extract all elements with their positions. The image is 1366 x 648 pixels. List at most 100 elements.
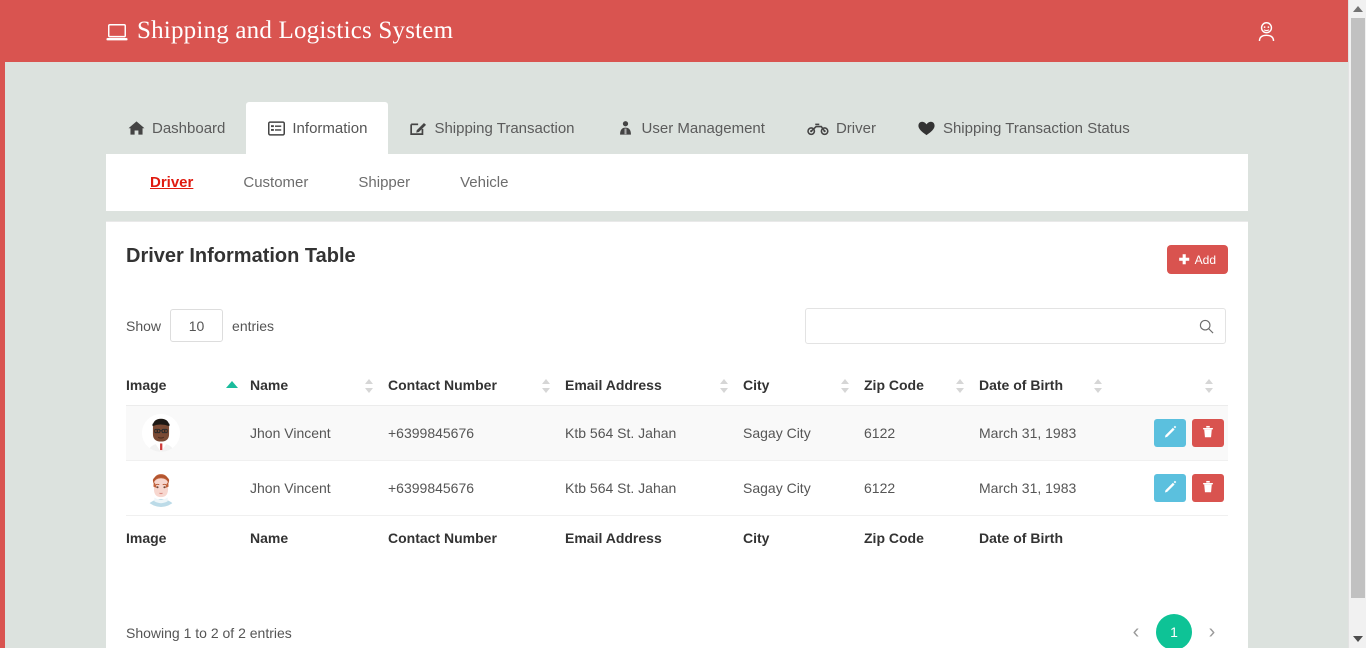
driver-table: Image Name Contact Number Email Address	[126, 367, 1228, 558]
tab-label: Information	[292, 119, 368, 137]
foot-col-actions	[1117, 515, 1228, 558]
tab-user-management[interactable]: User Management	[596, 102, 786, 154]
sort-indicator[interactable]	[1205, 378, 1214, 394]
add-button[interactable]: ✚ Add	[1166, 245, 1228, 274]
cell-zip-code: 6122	[864, 405, 979, 461]
col-header-image[interactable]: Image	[126, 367, 250, 406]
home-icon	[127, 120, 145, 137]
top-header-bar: Shipping and Logistics System	[5, 0, 1348, 62]
foot-col-name: Name	[250, 515, 388, 558]
page-1-button[interactable]: 1	[1156, 614, 1192, 648]
cell-date-of-birth: March 31, 1983	[979, 460, 1117, 516]
col-label: Zip Code	[864, 377, 924, 393]
delete-button[interactable]	[1192, 419, 1224, 447]
sort-indicator[interactable]	[956, 378, 965, 394]
pencil-icon	[1164, 425, 1177, 441]
search-box[interactable]	[805, 308, 1226, 344]
foot-col-city: City	[743, 515, 864, 558]
cell-date-of-birth: March 31, 1983	[979, 405, 1117, 461]
foot-col-image: Image	[126, 515, 250, 558]
header-actions	[1257, 21, 1276, 42]
tab-label: Shipping Transaction	[434, 119, 575, 137]
heart-icon	[918, 120, 936, 137]
cell-actions	[1117, 405, 1228, 461]
vertical-scrollbar[interactable]	[1348, 0, 1366, 648]
sub-tab-bar: Driver Customer Shipper Vehicle	[106, 154, 1248, 211]
motorcycle-icon	[807, 120, 829, 137]
list-alt-icon	[267, 120, 285, 137]
tab-driver[interactable]: Driver	[786, 102, 897, 154]
col-header-zip-code[interactable]: Zip Code	[864, 367, 979, 406]
tab-dashboard[interactable]: Dashboard	[106, 102, 246, 154]
subtab-shipper[interactable]: Shipper	[333, 174, 435, 191]
avatar	[142, 414, 180, 452]
col-label: Date of Birth	[979, 377, 1063, 393]
app-page: Shipping and Logistics System Dashboard …	[0, 0, 1366, 648]
scroll-up-arrow-icon[interactable]	[1353, 6, 1363, 12]
col-header-contact-number[interactable]: Contact Number	[388, 367, 565, 406]
table-footer: Image Name Contact Number Email Address …	[126, 515, 1228, 558]
scroll-down-arrow-icon[interactable]	[1353, 636, 1363, 642]
cell-email-address: Ktb 564 St. Jahan	[565, 405, 743, 461]
table-header: Image Name Contact Number Email Address	[126, 367, 1228, 406]
col-label: Contact Number	[388, 377, 497, 393]
col-header-city[interactable]: City	[743, 367, 864, 406]
cell-actions	[1117, 460, 1228, 516]
show-label: Show	[126, 317, 162, 334]
sort-indicator[interactable]	[720, 378, 729, 394]
col-header-name[interactable]: Name	[250, 367, 388, 406]
subtab-driver[interactable]: Driver	[125, 174, 218, 191]
user-circle-icon[interactable]	[1257, 21, 1276, 42]
table-footer-row: Image Name Contact Number Email Address …	[126, 515, 1228, 558]
chevron-right-icon[interactable]: ›	[1198, 618, 1226, 646]
foot-col-contact-number: Contact Number	[388, 515, 565, 558]
avatar	[142, 469, 180, 507]
laptop-icon	[106, 23, 128, 43]
search-input[interactable]	[806, 309, 1199, 343]
tab-information[interactable]: Information	[246, 102, 389, 154]
col-header-actions[interactable]	[1117, 367, 1228, 406]
sort-indicator[interactable]	[1094, 378, 1103, 394]
cell-zip-code: 6122	[864, 460, 979, 516]
sort-indicator[interactable]	[542, 378, 551, 394]
page-title: Driver Information Table	[126, 245, 356, 267]
sidebar-strip	[0, 0, 5, 648]
col-header-email-address[interactable]: Email Address	[565, 367, 743, 406]
delete-button[interactable]	[1192, 474, 1224, 502]
search-icon[interactable]	[1199, 319, 1225, 334]
sort-indicator-asc[interactable]	[226, 378, 238, 394]
subtab-vehicle[interactable]: Vehicle	[435, 174, 533, 191]
sort-indicator[interactable]	[841, 378, 850, 394]
sort-indicator[interactable]	[365, 378, 374, 394]
table-body: Jhon Vincent +6399845676 Ktb 564 St. Jah…	[126, 405, 1228, 516]
edit-button[interactable]	[1154, 419, 1186, 447]
tab-label: User Management	[641, 119, 765, 137]
col-header-date-of-birth[interactable]: Date of Birth	[979, 367, 1117, 406]
col-label: Email Address	[565, 377, 662, 393]
pencil-square-icon	[409, 120, 427, 137]
cell-name: Jhon Vincent	[250, 460, 388, 516]
scrollbar-thumb[interactable]	[1351, 18, 1365, 598]
cell-city: Sagay City	[743, 460, 864, 516]
tab-shipping-transaction[interactable]: Shipping Transaction	[388, 102, 595, 154]
table-row[interactable]: Jhon Vincent +6399845676 Ktb 564 St. Jah…	[126, 405, 1228, 461]
chevron-left-icon[interactable]: ‹	[1122, 618, 1150, 646]
entries-label: entries	[232, 317, 275, 334]
subtab-customer[interactable]: Customer	[218, 174, 333, 191]
foot-col-date-of-birth: Date of Birth	[979, 515, 1117, 558]
cell-image	[126, 460, 250, 516]
table-header-row: Image Name Contact Number Email Address	[126, 367, 1228, 406]
tab-label: Dashboard	[152, 119, 226, 137]
driver-table-card: Driver Information Table ✚ Add Show entr…	[106, 221, 1248, 648]
users-icon	[617, 120, 635, 137]
trash-icon	[1202, 425, 1214, 441]
trash-icon	[1202, 480, 1214, 496]
tab-shipping-transaction-status[interactable]: Shipping Transaction Status	[897, 102, 1151, 154]
table-row[interactable]: Jhon Vincent +6399845676 Ktb 564 St. Jah…	[126, 460, 1228, 516]
pagination: ‹ 1 ›	[1122, 614, 1226, 648]
cell-contact-number: +6399845676	[388, 405, 565, 461]
cell-email-address: Ktb 564 St. Jahan	[565, 460, 743, 516]
col-label: Image	[126, 377, 167, 393]
edit-button[interactable]	[1154, 474, 1186, 502]
page-length-input[interactable]	[170, 309, 224, 342]
